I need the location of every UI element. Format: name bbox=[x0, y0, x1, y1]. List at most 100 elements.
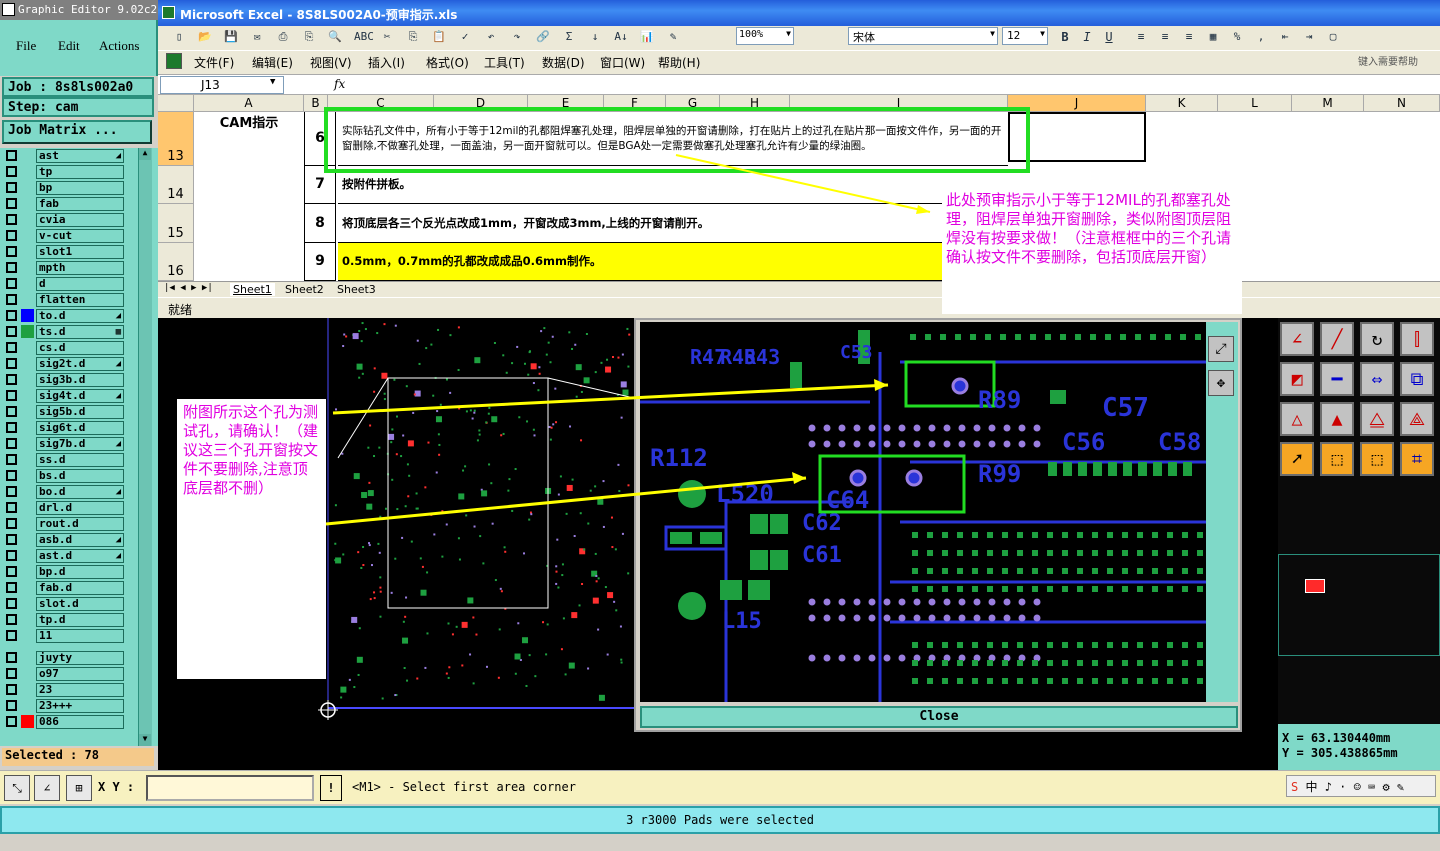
layer-row[interactable]: fab.d bbox=[6, 580, 124, 595]
toolbar-icon[interactable]: ✓ bbox=[458, 30, 472, 44]
layer-checkbox[interactable] bbox=[6, 230, 17, 241]
arc-icon[interactable]: ↻ bbox=[1360, 322, 1394, 356]
excel-menu-item[interactable]: 格式(O) bbox=[426, 54, 469, 71]
toolbar-icon[interactable]: ABC bbox=[354, 30, 374, 44]
close-button[interactable]: Close bbox=[640, 706, 1238, 728]
layer-row[interactable]: bp.d bbox=[6, 564, 124, 579]
layer-name[interactable]: rout.d bbox=[36, 516, 124, 531]
layer-name[interactable]: flatten bbox=[36, 292, 124, 307]
layer-color-swatch[interactable] bbox=[21, 373, 34, 386]
layer-row[interactable]: ast ◢ bbox=[6, 148, 124, 163]
layer-color-swatch[interactable] bbox=[21, 715, 34, 728]
layer-row[interactable]: sig4t.d ◢ bbox=[6, 388, 124, 403]
column-header[interactable]: M bbox=[1292, 95, 1364, 112]
layer-row[interactable]: sig2t.d ◢ bbox=[6, 356, 124, 371]
layer-checkbox[interactable] bbox=[6, 598, 17, 609]
layer-name[interactable]: sig6t.d bbox=[36, 420, 124, 435]
align-icon[interactable]: ⇤ bbox=[1278, 30, 1292, 44]
sheet-tab[interactable]: Sheet1 bbox=[230, 283, 275, 296]
layer-name[interactable]: bs.d bbox=[36, 468, 124, 483]
help-box[interactable]: 键入需要帮助 bbox=[1358, 53, 1438, 69]
measure-icon[interactable]: ⇔ bbox=[1360, 362, 1394, 396]
align-icon[interactable]: , bbox=[1254, 30, 1268, 44]
layer-row[interactable]: o97 bbox=[6, 666, 124, 681]
layer-checkbox[interactable] bbox=[6, 630, 17, 641]
layer-row[interactable]: to.d ◢ bbox=[6, 308, 124, 323]
layer-checkbox[interactable] bbox=[6, 614, 17, 625]
layer-row[interactable]: tp.d bbox=[6, 612, 124, 627]
layer-color-swatch[interactable] bbox=[21, 453, 34, 466]
align-icon[interactable]: ≡ bbox=[1182, 30, 1196, 44]
layer-color-swatch[interactable] bbox=[21, 597, 34, 610]
layer-name[interactable]: 11 bbox=[36, 628, 124, 643]
layer-color-swatch[interactable] bbox=[21, 533, 34, 546]
align-icon[interactable]: ≡ bbox=[1158, 30, 1172, 44]
layer-color-swatch[interactable] bbox=[21, 651, 34, 664]
layer-row[interactable]: sig7b.d ◢ bbox=[6, 436, 124, 451]
layer-checkbox[interactable] bbox=[6, 278, 17, 289]
excel-menu-item[interactable]: 工具(T) bbox=[484, 54, 525, 71]
layer-color-swatch[interactable] bbox=[21, 485, 34, 498]
layer-row[interactable]: flatten bbox=[6, 292, 124, 307]
layer-color-swatch[interactable] bbox=[21, 293, 34, 306]
align-icon[interactable]: ≡ bbox=[1134, 30, 1148, 44]
layer-name[interactable]: asb.d bbox=[36, 532, 124, 547]
line-icon[interactable]: ╱ bbox=[1320, 322, 1354, 356]
excel-menu-item[interactable]: 插入(I) bbox=[368, 54, 405, 71]
layer-row[interactable]: 23 bbox=[6, 682, 124, 697]
row-header[interactable]: 16 bbox=[158, 243, 194, 281]
layer-color-swatch[interactable] bbox=[21, 341, 34, 354]
zoom-select[interactable]: 100% ▼ bbox=[736, 27, 794, 45]
align-icon[interactable]: ▦ bbox=[1206, 30, 1220, 44]
layer-scrollbar[interactable]: ▲ ▼ bbox=[138, 148, 152, 746]
column-header[interactable]: K bbox=[1146, 95, 1218, 112]
layer-name[interactable]: slot.d bbox=[36, 596, 124, 611]
layer-name[interactable]: o97 bbox=[36, 666, 124, 681]
layer-color-swatch[interactable] bbox=[21, 229, 34, 242]
align-icon[interactable]: ▢ bbox=[1326, 30, 1340, 44]
layer-checkbox[interactable] bbox=[6, 502, 17, 513]
row-header[interactable]: 14 bbox=[158, 166, 194, 204]
draw-line-icon[interactable]: ∠ bbox=[1280, 322, 1314, 356]
layer-row[interactable]: cvia bbox=[6, 212, 124, 227]
layer-name[interactable]: ts.d bbox=[36, 324, 124, 339]
layer-color-swatch[interactable] bbox=[21, 667, 34, 680]
layer-name[interactable]: sig2t.d bbox=[36, 356, 124, 371]
alert-icon[interactable]: ! bbox=[320, 775, 342, 801]
sheet-tab[interactable]: Sheet2 bbox=[282, 283, 327, 296]
row-header[interactable]: 15 bbox=[158, 204, 194, 243]
layer-name[interactable]: slot1 bbox=[36, 244, 124, 259]
layer-row[interactable]: asb.d ◢ bbox=[6, 532, 124, 547]
layer-row[interactable]: juyty bbox=[6, 650, 124, 665]
index-cell[interactable]: 9 bbox=[304, 243, 336, 281]
layer-row[interactable]: slot1 bbox=[6, 244, 124, 259]
pan-icon[interactable]: ✥ bbox=[1208, 370, 1234, 396]
toolbar-icon[interactable]: ✎ bbox=[666, 30, 680, 44]
layer-color-swatch[interactable] bbox=[21, 501, 34, 514]
toolbar-icon[interactable]: 📋 bbox=[432, 30, 446, 44]
layer-row[interactable]: rout.d bbox=[6, 516, 124, 531]
layer-checkbox[interactable] bbox=[6, 390, 17, 401]
layer-color-swatch[interactable] bbox=[21, 277, 34, 290]
layer-checkbox[interactable] bbox=[6, 166, 17, 177]
excel-menu-item[interactable]: 数据(D) bbox=[542, 54, 585, 71]
select-all-corner[interactable] bbox=[158, 95, 194, 112]
layer-name[interactable]: d bbox=[36, 276, 124, 291]
layer-name[interactable]: juyty bbox=[36, 650, 124, 665]
move-line-icon[interactable]: ━ bbox=[1320, 362, 1354, 396]
toolbar-icon[interactable]: A↓ bbox=[614, 30, 628, 44]
layer-checkbox[interactable] bbox=[6, 518, 17, 529]
layer-color-swatch[interactable] bbox=[21, 197, 34, 210]
index-cell[interactable]: 8 bbox=[304, 204, 336, 243]
layer-name[interactable]: 23 bbox=[36, 682, 124, 697]
select-box-icon[interactable]: ⬚ bbox=[1320, 442, 1354, 476]
layer-name[interactable]: fab.d bbox=[36, 580, 124, 595]
toolbar-icon[interactable]: 💾 bbox=[224, 30, 238, 44]
layer-name[interactable]: ast bbox=[36, 148, 124, 163]
layer-name[interactable]: v-cut bbox=[36, 228, 124, 243]
toolbar-icon[interactable]: ⎘ bbox=[302, 30, 316, 44]
layer-checkbox[interactable] bbox=[6, 422, 17, 433]
layer-row[interactable]: sig5b.d bbox=[6, 404, 124, 419]
pad-add-icon[interactable]: ◩ bbox=[1280, 362, 1314, 396]
xy-input[interactable] bbox=[146, 775, 314, 801]
